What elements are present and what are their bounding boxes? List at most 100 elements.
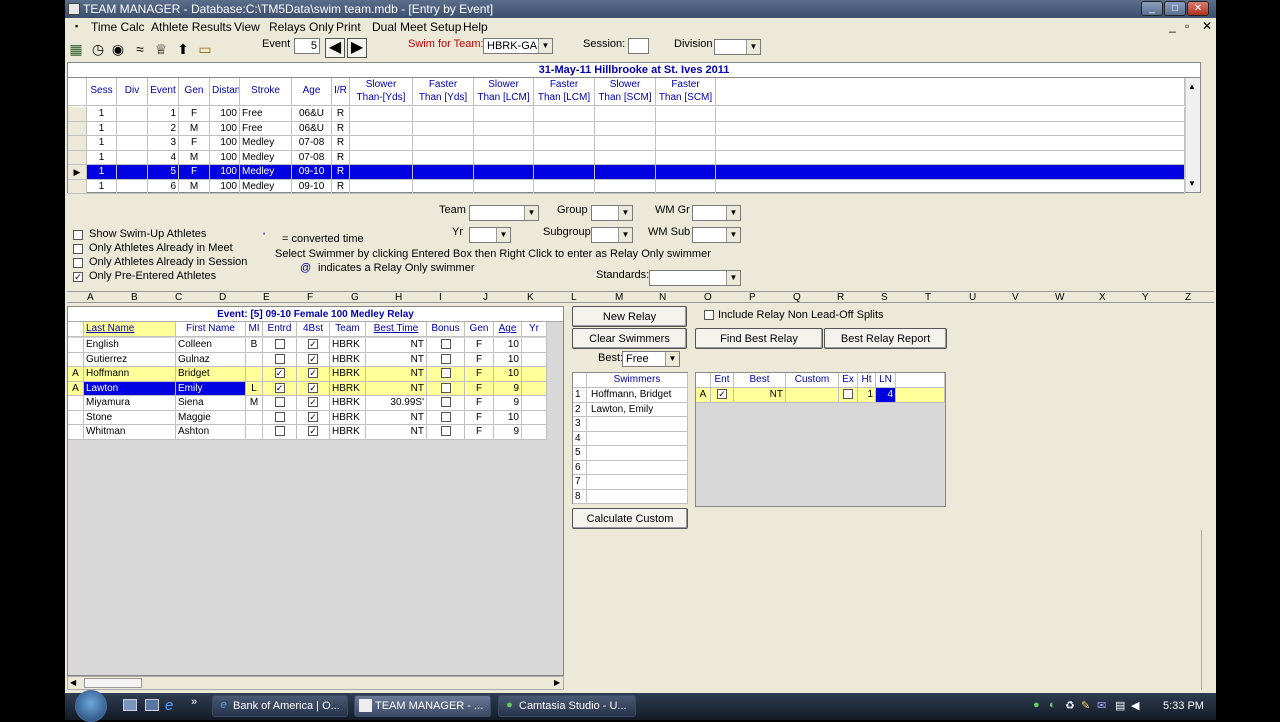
events-cell-age[interactable]: 06&U [292,107,332,122]
scroll-thumb[interactable] [84,678,142,688]
swimmer-slot[interactable]: Lawton, Emily [587,402,688,417]
chevron-down-icon[interactable]: ▼ [726,228,740,242]
relay-entries-col-header[interactable]: LN [876,373,896,388]
athlete-best_time[interactable]: 30.99S' [366,396,427,411]
athlete-team[interactable]: HBRK [330,381,366,396]
checkbox-icon[interactable] [274,411,285,422]
events-cell-empty[interactable] [534,107,595,122]
standards-select[interactable]: ▼ [649,270,741,286]
check-icon[interactable]: ✓ [308,426,318,437]
yr-select[interactable]: ▼ [469,227,511,243]
task-bank-of-america[interactable]: e Bank of America | O... [212,695,348,717]
events-cell-event[interactable]: 6 [148,179,179,194]
close-icon[interactable]: ✕ [1187,1,1209,16]
athlete-age[interactable]: 9 [494,425,522,440]
athletes-col-header[interactable]: Best Time [366,322,427,337]
chevron-down-icon[interactable]: ▼ [618,206,632,220]
athlete-mi[interactable]: M [246,396,263,411]
athlete-age[interactable]: 10 [494,338,522,353]
team-select[interactable]: ▼ [469,205,539,221]
session-field[interactable] [628,38,649,54]
athlete-last[interactable]: Gutierrez [84,352,176,367]
athlete-mi[interactable]: B [246,338,263,353]
swimmer-slot[interactable] [587,475,688,490]
athlete-age[interactable]: 9 [494,396,522,411]
relay-entries-col-header[interactable]: Ent [711,373,734,388]
relay-ent-cell[interactable]: ✓ [711,388,734,403]
events-cell-event[interactable]: 4 [148,150,179,165]
athlete-best_time[interactable]: NT [366,338,427,353]
chevron-down-icon[interactable]: ▼ [726,271,740,285]
events-cell-stroke[interactable]: Medley [240,179,292,194]
events-cell-empty[interactable] [656,107,716,122]
chevron-down-icon[interactable]: ▼ [746,40,760,54]
relay-entries-col-header[interactable]: Best [734,373,786,388]
athletes-col-header[interactable]: Entrd [263,322,297,337]
menu-athlete-results[interactable]: Athlete Results [151,20,232,34]
events-cell-empty[interactable] [350,179,413,194]
best-select[interactable]: Free ▼ [622,351,680,367]
next-event-icon[interactable]: ▶ [347,38,367,58]
events-cell-ir[interactable]: R [332,136,350,151]
athlete-gen[interactable]: F [465,410,494,425]
events-cell-empty[interactable] [413,179,474,194]
new-relay-button[interactable]: New Relay [572,306,687,327]
athletes-col-header[interactable]: Bonus [427,322,465,337]
events-cell-event[interactable]: 5 [148,165,179,180]
menu-relays-only[interactable]: Relays Only [269,20,334,34]
events-cell-event[interactable]: 1 [148,107,179,122]
swimmer-slot[interactable]: Hoffmann, Bridget [587,388,688,403]
athlete-last[interactable]: English [84,338,176,353]
check-icon[interactable]: ✓ [308,368,318,379]
folder-icon[interactable]: ▭ [196,40,214,58]
athlete-team[interactable]: HBRK [330,338,366,353]
swimmer-slot[interactable] [587,446,688,461]
row-selector[interactable] [68,179,87,194]
check-icon[interactable]: ✓ [717,389,727,400]
swimmer-slot[interactable] [587,460,688,475]
chevron-down-icon[interactable]: ▼ [524,206,538,220]
row-selector[interactable] [68,150,87,165]
events-cell-sess[interactable]: 1 [87,150,117,165]
events-cell-gen[interactable]: M [179,150,210,165]
events-cell-distance[interactable]: 100 [210,150,240,165]
stopwatch-icon[interactable]: ◷ [89,40,107,58]
chevron-down-icon[interactable]: ▼ [496,228,510,242]
check-icon[interactable]: ✓ [73,272,83,283]
athletes-col-header[interactable]: 4Bst [297,322,330,337]
checkbox-icon[interactable] [440,368,451,379]
minimize-icon[interactable]: _ [1141,1,1163,16]
events-cell-empty[interactable] [534,121,595,136]
athlete-entrd-cell[interactable] [263,352,297,367]
athlete-last[interactable]: Lawton [84,381,176,396]
events-cell-ir[interactable]: R [332,165,350,180]
events-cell-sess[interactable]: 1 [87,107,117,122]
events-cell-empty[interactable] [656,150,716,165]
show-desktop-icon[interactable] [123,699,137,711]
athletes-col-header[interactable]: MI [246,322,263,337]
division-select[interactable]: ▼ [714,39,761,55]
athlete-mi[interactable] [246,367,263,382]
events-cell-sess[interactable]: 1 [87,121,117,136]
checkbox-icon[interactable] [843,389,853,400]
check-icon[interactable]: ✓ [308,339,318,350]
athlete-mi[interactable] [246,425,263,440]
checkbox-icon[interactable] [704,310,714,321]
events-cell-age[interactable]: 09-10 [292,165,332,180]
mdi-minimize-icon[interactable]: _ [1169,19,1176,33]
relay-best[interactable]: NT [734,388,786,403]
athlete-first[interactable]: Bridget [176,367,246,382]
athlete-entrd-cell[interactable] [263,396,297,411]
menu-time-calc[interactable]: Time Calc [91,20,145,34]
events-cell-distance[interactable]: 100 [210,136,240,151]
athlete-first[interactable]: Siena [176,396,246,411]
athletes-hscrollbar[interactable]: ◀ ▶ [67,676,564,690]
group-select[interactable]: ▼ [591,205,633,221]
include-nonleadoff-checkbox[interactable] [704,309,714,321]
checkbox-icon[interactable] [274,339,285,350]
athlete-last[interactable]: Stone [84,410,176,425]
athlete-best_time[interactable]: NT [366,352,427,367]
athletes-col-header[interactable]: Age [494,322,522,337]
athlete-entrd-cell[interactable]: ✓ [263,367,297,382]
events-cell-empty[interactable] [474,136,534,151]
